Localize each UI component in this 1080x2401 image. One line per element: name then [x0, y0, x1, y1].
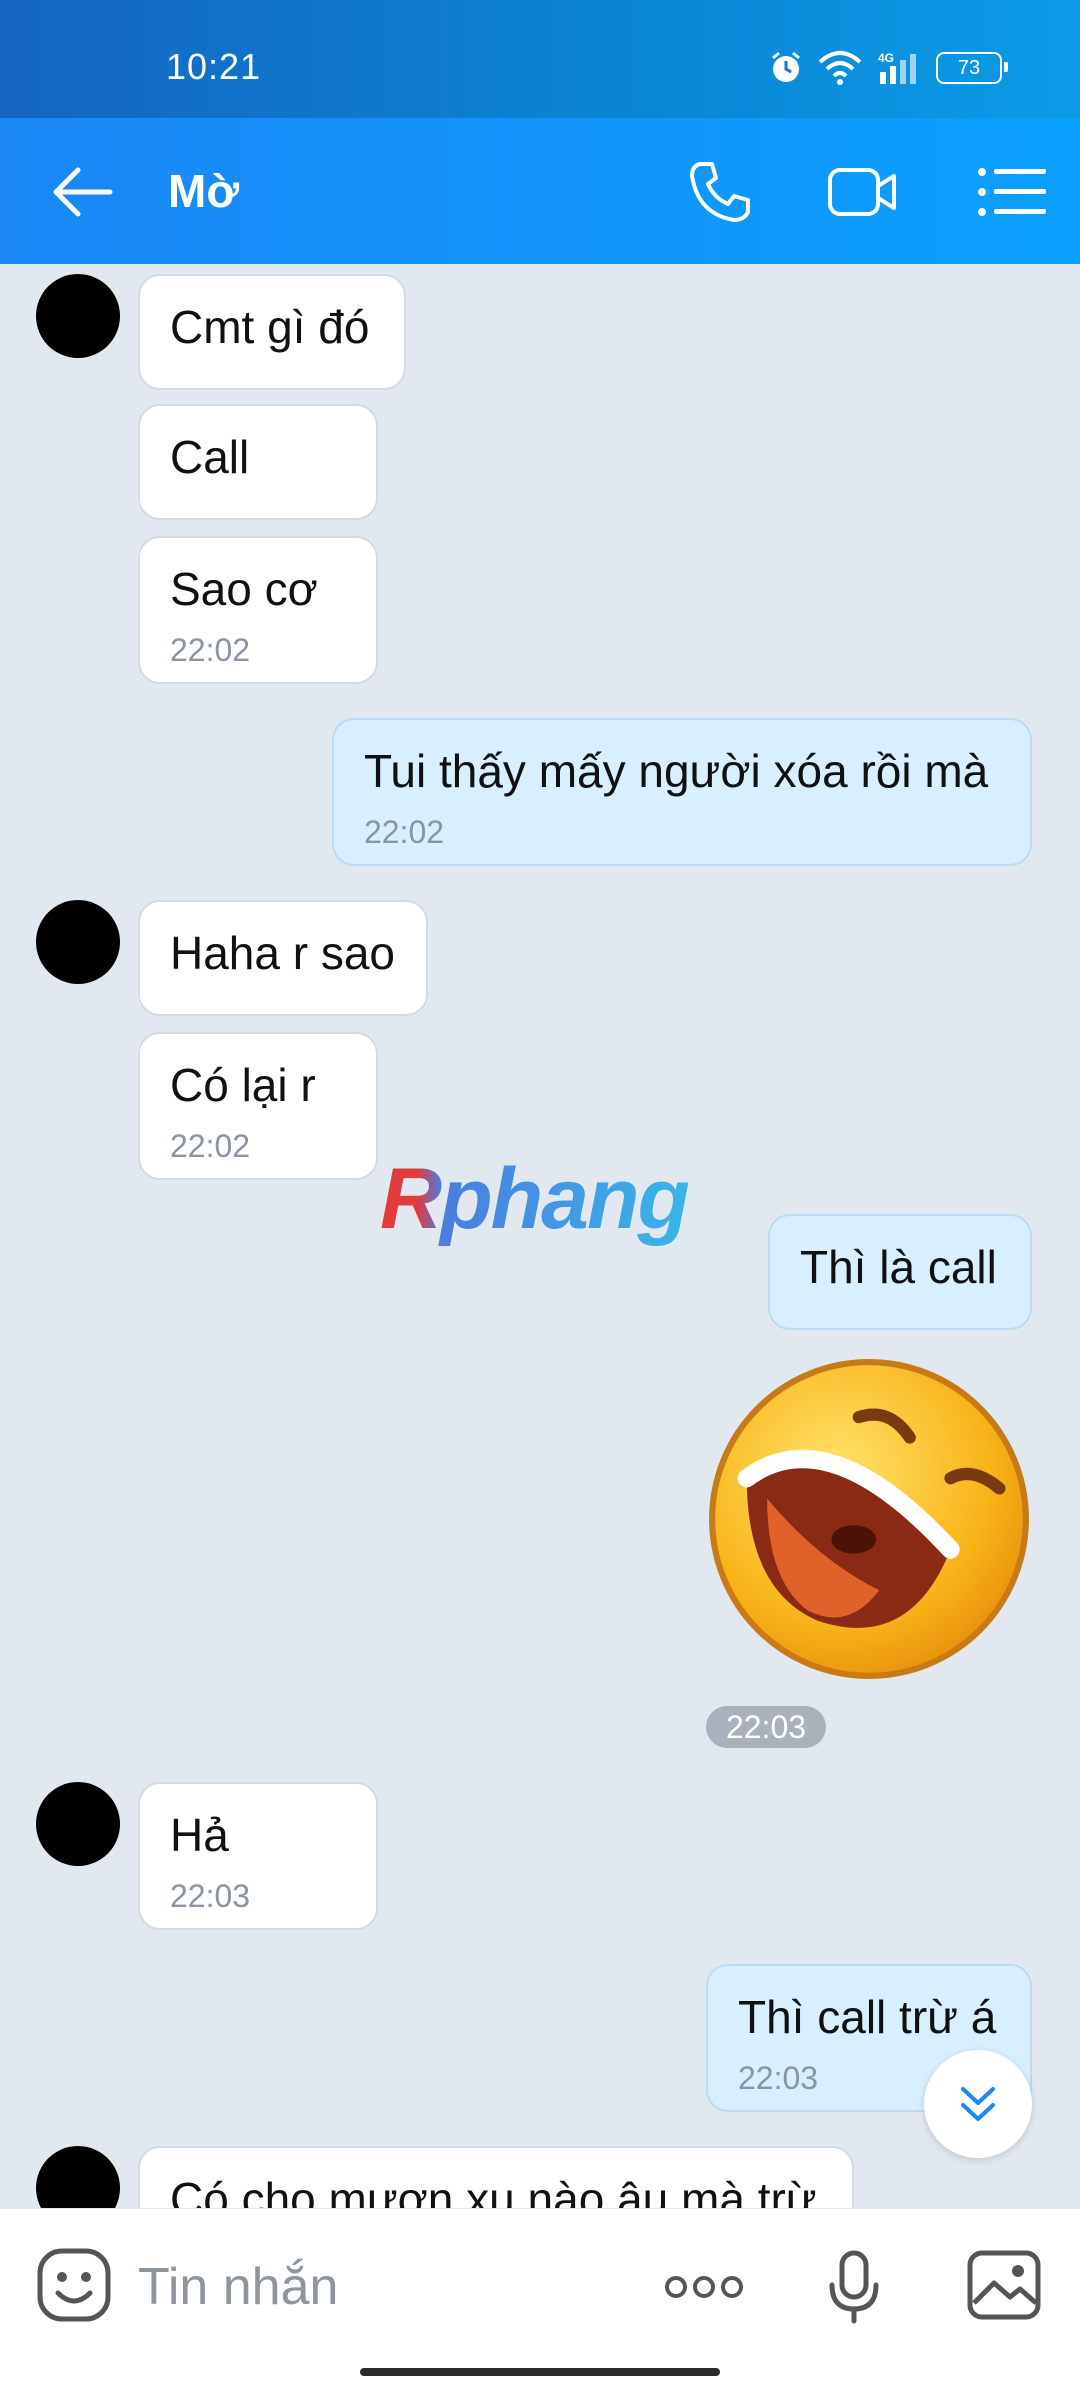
wifi-icon	[818, 51, 862, 85]
status-bar: 10:21 4G 73	[0, 0, 1080, 118]
status-icons: 4G 73	[768, 48, 1008, 88]
message-text: Cmt gì đó	[170, 301, 370, 353]
signal-icon: 4G	[878, 51, 916, 84]
message-bubble-incoming[interactable]: Sao cơ 22:02	[138, 536, 378, 684]
avatar[interactable]	[36, 2146, 120, 2208]
message-text: Thì là call	[800, 1241, 997, 1293]
avatar[interactable]	[36, 274, 120, 358]
avatar[interactable]	[36, 1782, 120, 1866]
message-input[interactable]	[138, 2257, 578, 2317]
scroll-to-bottom-button[interactable]	[924, 2050, 1032, 2158]
message-text: Haha r sao	[170, 927, 396, 979]
battery-icon: 73	[936, 52, 1008, 84]
message-bubble-outgoing[interactable]: Thì là call	[768, 1214, 1032, 1330]
battery-level: 73	[957, 56, 981, 79]
sticker-emoji-icon[interactable]	[36, 2247, 112, 2323]
home-indicator[interactable]	[360, 2368, 720, 2376]
message-bubble-incoming[interactable]: Cmt gì đó	[138, 274, 406, 390]
network-type: 4G	[878, 51, 894, 65]
message-text: Tui thấy mấy người xóa rồi mà	[364, 745, 989, 797]
alarm-icon	[772, 51, 800, 82]
message-time: 22:02	[170, 1127, 251, 1164]
message-text: Hả	[170, 1809, 229, 1861]
message-bubble-outgoing[interactable]: Tui thấy mấy người xóa rồi mà 22:02	[332, 718, 1032, 866]
avatar[interactable]	[36, 900, 120, 984]
message-text: Thì call trừ á	[738, 1991, 997, 2043]
watermark-logo: Rphang	[380, 1151, 690, 1247]
back-arrow-icon[interactable]	[50, 160, 114, 224]
message-text: Có lại r	[170, 1059, 316, 1111]
message-bubble-incoming[interactable]: Call	[138, 404, 378, 520]
status-time: 10:21	[166, 46, 262, 87]
chat-title[interactable]: Mờ	[168, 164, 239, 218]
message-time: 22:03	[170, 1877, 251, 1914]
message-bubble-incoming[interactable]: Có lại r 22:02	[138, 1032, 378, 1180]
message-time: 22:03	[706, 1706, 826, 1748]
chat-header: Mờ	[0, 118, 1080, 264]
message-time: 22:02	[364, 813, 445, 850]
message-text: Sao cơ	[170, 563, 318, 615]
laughing-face-sticker[interactable]	[706, 1356, 1032, 1682]
message-time: 22:02	[170, 631, 251, 668]
message-list[interactable]: Cmt gì đó Call Sao cơ 22:02 Tui thấy mấy…	[0, 264, 1080, 2208]
message-text: Call	[170, 431, 250, 483]
message-bubble-incoming[interactable]: Haha r sao	[138, 900, 428, 1016]
image-gallery-icon[interactable]	[966, 2249, 1042, 2321]
message-bubble-incoming[interactable]: Hả 22:03	[138, 1782, 378, 1930]
video-call-icon[interactable]	[826, 158, 898, 226]
double-chevron-down-icon	[961, 2087, 995, 2121]
message-text: Có cho mượn xu nào âu mà trừ	[170, 2173, 817, 2208]
message-bubble-incoming[interactable]: Có cho mượn xu nào âu mà trừ	[138, 2146, 854, 2208]
menu-list-icon[interactable]	[976, 158, 1048, 226]
microphone-icon[interactable]	[826, 2249, 882, 2325]
phone-call-icon[interactable]	[686, 158, 758, 226]
more-options-icon[interactable]	[662, 2269, 746, 2305]
